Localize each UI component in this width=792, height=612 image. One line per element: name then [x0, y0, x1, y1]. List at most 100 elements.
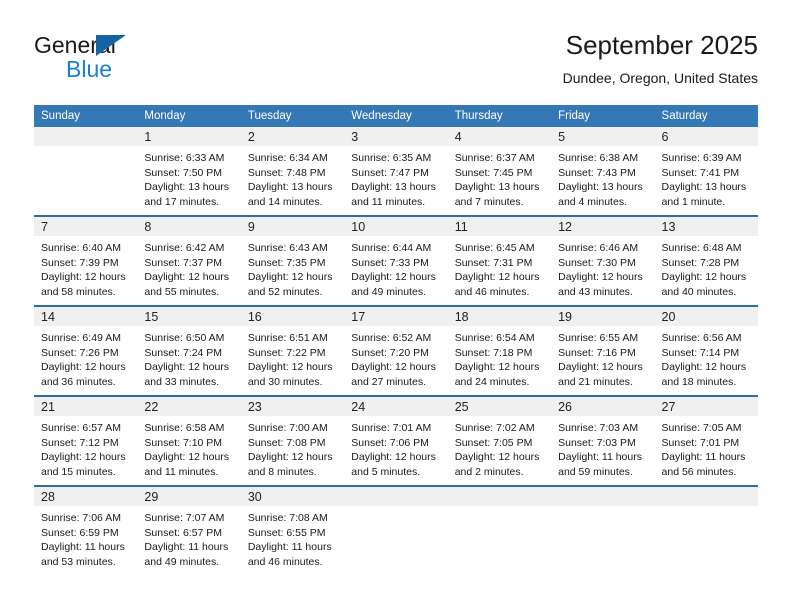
daylight-text-line1: Daylight: 12 hours	[351, 361, 436, 374]
sunset-text: Sunset: 6:57 PM	[144, 526, 223, 539]
sunset-text: Sunset: 7:33 PM	[351, 256, 429, 269]
weekday-header-monday: Monday	[137, 105, 241, 127]
daylight-text-line1: Daylight: 11 hours	[661, 451, 746, 464]
calendar-day-cell[interactable]: 10 Sunrise: 6:44 AM Sunset: 7:33 PM Dayligh…	[344, 215, 448, 306]
sunset-text: Sunset: 7:30 PM	[558, 256, 636, 269]
day-number: 4	[454, 130, 462, 144]
calendar-day-cell[interactable]: 25 Sunrise: 7:02 AM Sunset: 7:05 PM Dayligh…	[447, 395, 552, 486]
day-cell-details: Sunrise: 6:45 AM Sunset: 7:31 PM Daylight:…	[448, 236, 551, 299]
sunset-text: Sunset: 7:26 PM	[41, 346, 119, 359]
day-cell-details: Sunrise: 6:49 AM Sunset: 7:26 PM Daylight:…	[34, 326, 137, 389]
calendar-day-cell[interactable]: 22 Sunrise: 6:58 AM Sunset: 7:10 PM Dayligh…	[137, 395, 241, 486]
daylight-text-line1: Daylight: 13 hours	[454, 181, 540, 194]
calendar-day-cell[interactable]: 29 Sunrise: 7:07 AM Sunset: 6:57 PM Dayligh…	[137, 485, 241, 575]
daylight-text-line1: Daylight: 12 hours	[454, 361, 540, 374]
sunset-text: Sunset: 7:50 PM	[144, 166, 223, 179]
general-blue-logo[interactable]: General Blue	[34, 32, 204, 88]
sunset-text: Sunset: 7:08 PM	[247, 436, 326, 449]
day-number: 3	[351, 130, 359, 144]
calendar-day-cell[interactable]: 6 Sunrise: 6:39 AM Sunset: 7:41 PM Daylight…	[654, 127, 758, 216]
calendar-day-cell[interactable]: 5 Sunrise: 6:38 AM Sunset: 7:43 PM Daylight…	[551, 127, 655, 216]
weekday-header-tuesday: Tuesday	[240, 105, 345, 127]
day-cell-details: Sunrise: 6:38 AM Sunset: 7:43 PM Daylight:…	[551, 146, 654, 209]
calendar-day-cell[interactable]: 11 Sunrise: 6:45 AM Sunset: 7:31 PM Dayligh…	[447, 215, 552, 306]
daylight-text-line1: Daylight: 13 hours	[247, 181, 333, 194]
sunrise-text: Sunrise: 6:39 AM	[661, 152, 742, 164]
day-number: 11	[454, 220, 468, 234]
daylight-text-line2: and 52 minutes.	[247, 285, 323, 298]
day-cell-inner: 15 Sunrise: 6:50 AM Sunset: 7:24 PM Dayligh…	[137, 307, 241, 395]
calendar-day-cell[interactable]: 21 Sunrise: 6:57 AM Sunset: 7:12 PM Dayligh…	[34, 395, 138, 486]
calendar-body: 1 Sunrise: 6:33 AM Sunset: 7:50 PM Daylight…	[34, 127, 758, 575]
daylight-text-line1: Daylight: 13 hours	[144, 181, 230, 194]
day-cell-details: Sunrise: 6:40 AM Sunset: 7:39 PM Daylight:…	[34, 236, 137, 299]
day-cell-inner: 18 Sunrise: 6:54 AM Sunset: 7:18 PM Dayligh…	[447, 307, 552, 395]
calendar-day-cell[interactable]: 15 Sunrise: 6:50 AM Sunset: 7:24 PM Dayligh…	[137, 305, 241, 396]
calendar-day-cell[interactable]: 24 Sunrise: 7:01 AM Sunset: 7:06 PM Dayligh…	[344, 395, 448, 486]
day-cell-inner: 9 Sunrise: 6:43 AM Sunset: 7:35 PM Daylight…	[240, 217, 345, 305]
sunrise-text: Sunrise: 7:02 AM	[454, 422, 535, 434]
calendar-day-cell[interactable]: 1 Sunrise: 6:33 AM Sunset: 7:50 PM Daylight…	[137, 127, 241, 216]
daylight-text-line2: and 46 minutes.	[454, 285, 530, 298]
day-number: 24	[351, 400, 366, 414]
day-cell-inner: 30 Sunrise: 7:08 AM Sunset: 6:55 PM Dayligh…	[240, 487, 345, 575]
daylight-text-line2: and 11 minutes.	[351, 195, 426, 208]
day-number-band: 27	[654, 397, 758, 416]
calendar-day-cell[interactable]: 17 Sunrise: 6:52 AM Sunset: 7:20 PM Dayligh…	[344, 305, 448, 396]
sunrise-text: Sunrise: 6:51 AM	[247, 332, 328, 344]
day-cell-details: Sunrise: 6:39 AM Sunset: 7:41 PM Daylight:…	[655, 146, 758, 209]
daylight-text-line1: Daylight: 12 hours	[247, 451, 333, 464]
calendar-day-cell[interactable]: 8 Sunrise: 6:42 AM Sunset: 7:37 PM Daylight…	[137, 215, 241, 306]
sunset-text: Sunset: 6:59 PM	[41, 526, 119, 539]
day-number-band: 25	[447, 397, 552, 416]
calendar-day-cell[interactable]: 30 Sunrise: 7:08 AM Sunset: 6:55 PM Dayligh…	[240, 485, 345, 575]
day-cell-inner: 20 Sunrise: 6:56 AM Sunset: 7:14 PM Dayligh…	[654, 307, 758, 395]
day-cell-details: Sunrise: 6:35 AM Sunset: 7:47 PM Daylight:…	[344, 146, 447, 209]
calendar-day-cell-empty	[654, 485, 758, 575]
day-cell-inner: 13 Sunrise: 6:48 AM Sunset: 7:28 PM Dayligh…	[654, 217, 758, 305]
calendar-day-cell[interactable]: 27 Sunrise: 7:05 AM Sunset: 7:01 PM Dayligh…	[654, 395, 758, 486]
daylight-text-line2: and 15 minutes.	[41, 465, 116, 478]
day-number: 5	[558, 130, 566, 144]
calendar-day-cell[interactable]: 18 Sunrise: 6:54 AM Sunset: 7:18 PM Dayligh…	[447, 305, 552, 396]
daylight-text-line2: and 43 minutes.	[558, 285, 633, 298]
calendar-day-cell[interactable]: 14 Sunrise: 6:49 AM Sunset: 7:26 PM Dayligh…	[34, 305, 138, 396]
calendar-day-cell[interactable]: 3 Sunrise: 6:35 AM Sunset: 7:47 PM Daylight…	[344, 127, 448, 216]
sunrise-text: Sunrise: 6:56 AM	[661, 332, 742, 344]
day-number-band: 24	[344, 397, 448, 416]
calendar-day-cell[interactable]: 9 Sunrise: 6:43 AM Sunset: 7:35 PM Daylight…	[240, 215, 345, 306]
calendar-day-cell[interactable]: 7 Sunrise: 6:40 AM Sunset: 7:39 PM Daylight…	[34, 215, 138, 306]
daylight-text-line1: Daylight: 11 hours	[247, 541, 332, 554]
day-number: 12	[558, 220, 573, 234]
calendar-week-row: 7 Sunrise: 6:40 AM Sunset: 7:39 PM Daylight…	[34, 215, 758, 306]
daylight-text-line2: and 21 minutes.	[558, 375, 633, 388]
day-number: 10	[351, 220, 366, 234]
calendar-day-cell[interactable]: 26 Sunrise: 7:03 AM Sunset: 7:03 PM Dayligh…	[551, 395, 655, 486]
calendar-day-cell[interactable]: 16 Sunrise: 6:51 AM Sunset: 7:22 PM Dayligh…	[240, 305, 345, 396]
day-number: 22	[144, 400, 159, 414]
day-cell-details: Sunrise: 6:46 AM Sunset: 7:30 PM Daylight:…	[551, 236, 654, 299]
day-cell-details: Sunrise: 7:01 AM Sunset: 7:06 PM Daylight:…	[344, 416, 447, 479]
calendar-day-cell[interactable]: 2 Sunrise: 6:34 AM Sunset: 7:48 PM Daylight…	[240, 127, 345, 216]
daylight-text-line2: and 53 minutes.	[41, 555, 116, 568]
day-number-band: 21	[34, 397, 138, 416]
day-cell-details: Sunrise: 7:05 AM Sunset: 7:01 PM Daylight:…	[655, 416, 758, 479]
daylight-text-line2: and 59 minutes.	[558, 465, 633, 478]
day-number-band: 2	[240, 127, 345, 146]
title-block: September 2025 Dundee, Oregon, United St…	[563, 28, 758, 88]
day-cell-details: Sunrise: 6:44 AM Sunset: 7:33 PM Daylight:…	[344, 236, 447, 299]
calendar-day-cell-empty	[551, 485, 655, 575]
calendar-day-cell[interactable]: 23 Sunrise: 7:00 AM Sunset: 7:08 PM Dayligh…	[240, 395, 345, 486]
calendar-day-cell[interactable]: 4 Sunrise: 6:37 AM Sunset: 7:45 PM Daylight…	[447, 127, 552, 216]
calendar-day-cell[interactable]: 19 Sunrise: 6:55 AM Sunset: 7:16 PM Dayligh…	[551, 305, 655, 396]
sunset-text: Sunset: 7:01 PM	[661, 436, 740, 449]
day-cell-inner: 16 Sunrise: 6:51 AM Sunset: 7:22 PM Dayligh…	[240, 307, 345, 395]
calendar-day-cell[interactable]: 28 Sunrise: 7:06 AM Sunset: 6:59 PM Dayligh…	[34, 485, 138, 575]
daylight-text-line2: and 18 minutes.	[661, 375, 737, 388]
daylight-text-line2: and 58 minutes.	[41, 285, 116, 298]
calendar-day-cell[interactable]: 12 Sunrise: 6:46 AM Sunset: 7:30 PM Dayligh…	[551, 215, 655, 306]
calendar-day-cell[interactable]: 20 Sunrise: 6:56 AM Sunset: 7:14 PM Dayligh…	[654, 305, 758, 396]
day-number-band: 19	[551, 307, 655, 326]
calendar-day-cell[interactable]: 13 Sunrise: 6:48 AM Sunset: 7:28 PM Dayligh…	[654, 215, 758, 306]
day-number-band: 17	[344, 307, 448, 326]
